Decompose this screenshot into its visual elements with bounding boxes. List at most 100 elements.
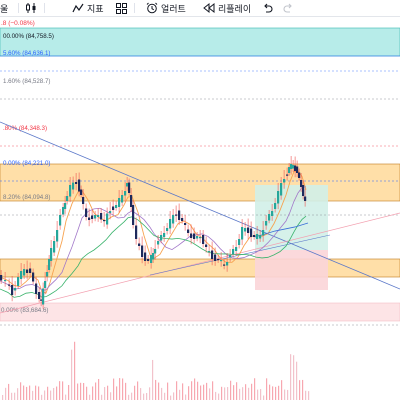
volume-bar <box>296 361 298 400</box>
price-chart[interactable]: 00.00% (84,758.5) 5.60% (84,636.1) 1.60% (… <box>0 17 400 400</box>
candlestick-icon <box>26 3 36 13</box>
indicators-fx-icon <box>72 3 84 13</box>
chart-type-button[interactable] <box>25 0 37 16</box>
volume-bar <box>287 389 289 400</box>
volume-bar <box>35 385 37 400</box>
volume-bar <box>140 388 142 400</box>
candle-up <box>62 207 65 215</box>
candle-down <box>175 214 178 216</box>
volume-bar <box>224 387 226 400</box>
volume-bar <box>200 385 202 400</box>
volume-bar <box>170 395 172 400</box>
candle-down <box>211 250 214 259</box>
candle-up <box>59 215 62 226</box>
undo-arrow-icon <box>264 3 273 13</box>
zones-layer <box>0 27 400 322</box>
volume-bar <box>212 381 214 400</box>
first-toolbar-label: 울 <box>0 3 9 14</box>
volume-bar <box>263 395 265 400</box>
volume-bar <box>41 394 43 400</box>
candle-up <box>115 205 118 208</box>
candle-down <box>181 218 184 221</box>
alert-button[interactable]: 얼러트 <box>146 0 186 16</box>
candle-up <box>50 248 53 261</box>
layouts-button[interactable] <box>116 0 127 16</box>
orange-zone-upper <box>0 163 400 202</box>
volume-bar <box>254 378 256 400</box>
volume-bar <box>164 392 166 400</box>
alarm-clock-icon <box>146 2 158 14</box>
volume-bar <box>11 392 13 400</box>
volume-bar <box>242 387 244 400</box>
candle-up <box>244 228 247 232</box>
candle-down <box>40 299 43 301</box>
candle-down <box>82 197 85 204</box>
volume-bar <box>206 382 208 400</box>
candle-up <box>288 167 291 173</box>
layout-grid-icon <box>116 2 127 14</box>
candle-down <box>286 174 289 176</box>
volume-bar <box>122 378 124 400</box>
replay-button[interactable]: 리플레이 <box>203 0 251 16</box>
volume-bar <box>248 387 250 400</box>
candle-down <box>214 254 217 261</box>
candle-up <box>160 235 163 241</box>
volume-bar <box>23 385 25 400</box>
candle-up <box>17 277 20 286</box>
volume-bar <box>80 382 82 400</box>
undo-button[interactable] <box>262 0 273 16</box>
volume-bar <box>59 381 61 400</box>
candle-up <box>94 215 97 219</box>
pink-zone-bottom <box>0 302 400 322</box>
toolbar-separator <box>134 3 135 13</box>
volume-bar <box>281 380 283 400</box>
candle-up <box>20 271 23 279</box>
candle-up <box>109 211 112 213</box>
volume-bar <box>113 378 115 400</box>
candle-down <box>128 182 131 193</box>
candle-down <box>103 220 106 222</box>
volume-bar <box>101 394 103 400</box>
toolbar-separator <box>44 3 45 13</box>
candle-down <box>217 259 220 261</box>
candle-up <box>4 280 7 282</box>
indicators-label: 지표 <box>87 3 104 14</box>
candle-down <box>38 292 41 299</box>
candle-up <box>271 211 274 216</box>
candle-up <box>53 241 56 253</box>
candle-down <box>88 217 91 220</box>
candle-up <box>265 221 268 226</box>
candle-down <box>202 235 205 244</box>
volume-bar <box>110 392 112 400</box>
candle-down <box>178 210 181 220</box>
indicators-button[interactable]: 지표 <box>72 0 104 16</box>
candle-up <box>166 228 169 231</box>
candle-up <box>121 195 124 203</box>
candle-down <box>190 233 193 238</box>
volume-bar <box>176 381 178 400</box>
volume-bar <box>134 385 136 400</box>
fib-level-label: 8.20% (84,094.8) <box>3 194 50 201</box>
candle-down <box>144 252 147 261</box>
volume-bar <box>215 391 217 400</box>
volume-bar <box>278 385 280 400</box>
volume-bar <box>83 382 85 400</box>
candle-up <box>48 259 51 270</box>
candle-down <box>193 233 196 239</box>
volume-bar <box>218 393 220 400</box>
candle-up <box>268 214 271 221</box>
candle-down <box>130 195 133 207</box>
volume-bar <box>155 379 157 400</box>
volume-bar <box>272 386 274 400</box>
volume-bar <box>269 384 271 400</box>
candle-down <box>250 228 253 237</box>
candle-down <box>223 264 226 266</box>
volume-bar <box>188 386 190 400</box>
first-toolbar-button[interactable]: 울 <box>0 0 8 16</box>
redo-button[interactable] <box>283 0 294 16</box>
volume-bar <box>194 378 196 400</box>
candle-down <box>187 229 190 233</box>
candle-up <box>97 215 100 217</box>
candle-down <box>298 172 301 178</box>
volume-bar <box>167 382 169 400</box>
